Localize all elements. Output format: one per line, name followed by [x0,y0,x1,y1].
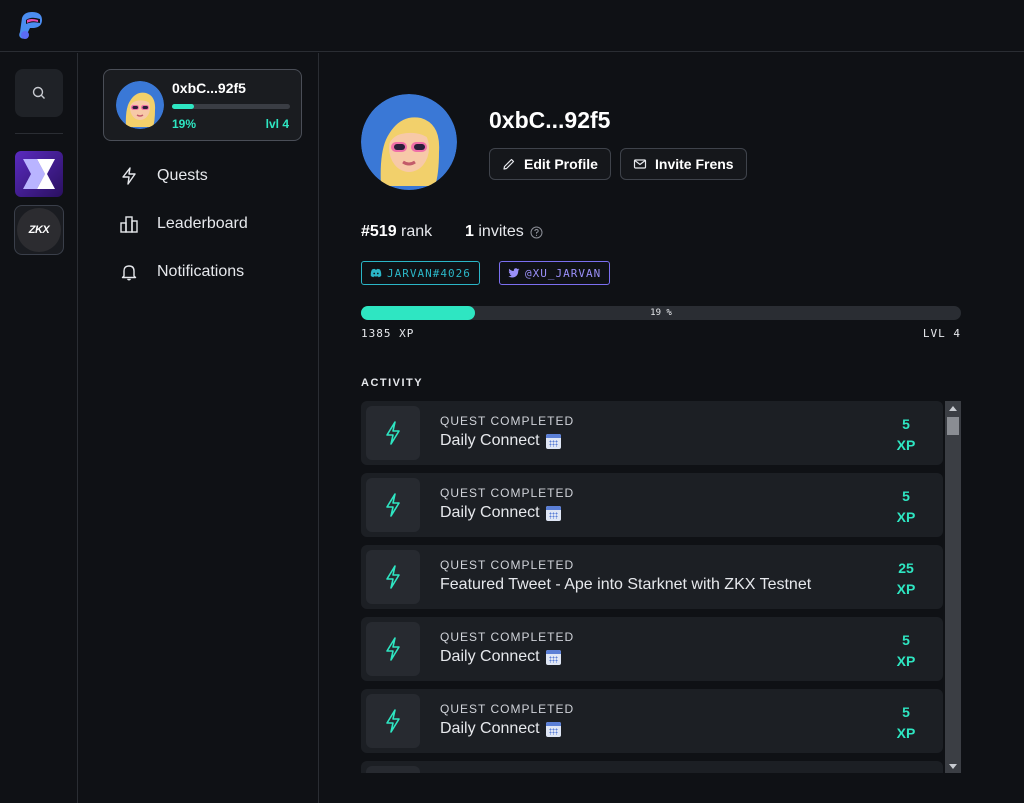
activity-kind: QUEST COMPLETED [440,486,575,500]
scroll-thumb[interactable] [947,417,959,435]
lightning-icon [386,493,400,517]
activity-icon-box [366,694,420,748]
zkx-logo: ZKX [17,208,61,252]
lightning-icon [386,565,400,589]
activity-icon-box [366,550,420,604]
calendar-icon [545,433,561,449]
calendar-icon [545,721,561,737]
user-level-label: lvl 4 [265,117,289,131]
mail-icon [633,159,647,169]
activity-row[interactable]: QUEST COMPLETED Daily Connect 5 XP [361,473,943,537]
activity-row[interactable]: QUEST COMPLETED Daily Connect 5 XP [361,689,943,753]
lightning-icon [122,167,136,185]
activity-title: Featured Tweet - Ape into Starknet with … [440,576,812,593]
activity-icon-box [366,766,420,773]
activity-scrollbar[interactable] [945,401,961,773]
bell-icon [121,265,137,281]
activity-heading: ACTIVITY [361,377,424,389]
activity-title: Daily Connect [440,720,561,738]
calendar-icon [545,649,561,665]
lightning-icon [386,421,400,445]
user-progress-fill [172,104,195,109]
sidebar-item-notifications[interactable]: Notifications [119,260,244,284]
activity-xp: 5 XP [896,632,916,669]
invites-stat: 1 invites [465,223,543,241]
activity-icon-box [366,406,420,460]
user-name: 0xbC...92f5 [172,80,246,96]
user-progress-label: 19% [172,117,197,131]
xp-progress-bar: 19 % [361,306,961,320]
activity-xp: 5 XP [896,416,916,453]
rail-divider [15,133,63,134]
search-icon [32,86,45,99]
x-app-logo-icon [15,151,63,197]
sidebar-item-leaderboard[interactable]: Leaderboard [119,212,248,236]
profile-avatar [361,94,457,190]
search-button[interactable] [15,69,63,117]
activity-kind: QUEST COMPLETED [440,702,575,716]
scroll-down-arrow[interactable] [945,759,961,773]
activity-icon-box [366,478,420,532]
activity-icon-box [366,622,420,676]
activity-kind: QUEST COMPLETED [440,558,575,572]
sidebar-item-label: Quests [157,167,208,184]
lightning-icon [386,709,400,733]
activity-title: Daily Connect [440,648,561,666]
twitter-icon [508,268,520,278]
discord-icon [370,268,382,278]
activity-kind: QUEST COMPLETED [440,414,575,428]
pencil-icon [503,158,515,170]
activity-list[interactable]: QUEST COMPLETED Daily Connect 5 XP QUEST COM… [361,401,961,773]
edit-profile-button[interactable]: Edit Profile [489,148,611,180]
rank-stat: #519 rank [361,223,433,240]
activity-xp: 25 XP [896,560,916,597]
avatar [116,81,164,129]
lightning-icon [386,637,400,661]
sidebar-item-label: Notifications [157,263,245,280]
x-app-button[interactable] [15,151,63,197]
twitter-tag[interactable]: @XU_JARVAN [499,261,611,285]
user-card[interactable]: 0xbC...92f5 19% lvl 4 [103,69,302,141]
activity-row[interactable]: QUEST COMPLETED Daily Connect 5 XP [361,401,943,465]
calendar-icon [545,505,561,521]
activity-title: Daily Connect [440,504,561,522]
app-rail: ZKX [0,53,78,803]
activity-kind: QUEST COMPLETED [440,630,575,644]
activity-title: Daily Connect [440,432,561,450]
activity-row[interactable]: QUEST COMPLETED Featured Tweet - Ape into… [361,545,943,609]
side-nav: 0xbC...92f5 19% lvl 4 Quests Leaderboard… [79,53,319,803]
zkx-app-button[interactable]: ZKX [14,205,64,255]
leaderboard-icon [120,216,138,233]
help-icon[interactable] [530,226,543,239]
level-label: LVL 4 [922,327,961,340]
app-logo-icon[interactable] [16,10,46,42]
scroll-up-arrow[interactable] [945,401,961,415]
top-bar [0,0,1024,52]
xp-total: 1385 XP [361,327,415,340]
discord-tag[interactable]: JARVAN#4026 [361,261,480,285]
xp-progress-label: 19 % [650,308,672,318]
user-progress-bar [172,104,290,109]
activity-xp: 5 XP [896,704,916,741]
activity-row[interactable]: QUEST COMPLETED Daily Connect 5 XP [361,617,943,681]
activity-xp: 5 XP [896,488,916,525]
invite-frens-button[interactable]: Invite Frens [620,148,747,180]
sidebar-item-quests[interactable]: Quests [119,164,208,188]
activity-row[interactable] [361,761,943,773]
profile-main: 0xbC...92f5 Edit Profile Invite Frens #5… [320,53,1024,803]
sidebar-item-label: Leaderboard [157,215,248,232]
profile-name: 0xbC...92f5 [489,107,611,133]
